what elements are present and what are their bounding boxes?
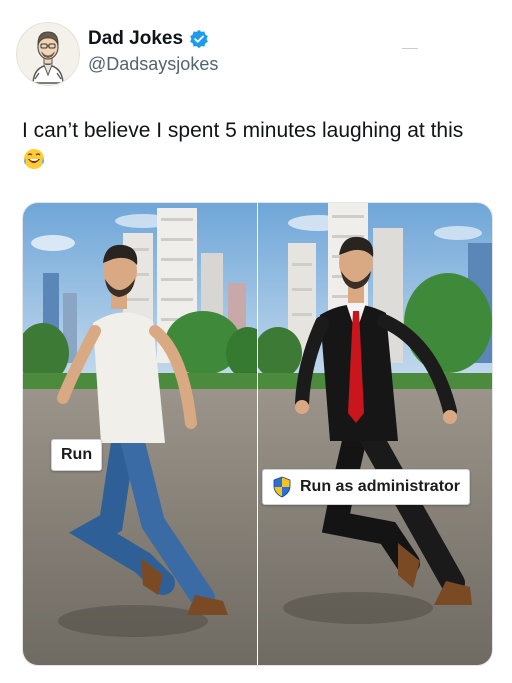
run-as-admin-panel (258, 203, 492, 665)
run-as-administrator-label-text: Run as administrator (300, 478, 461, 495)
display-name[interactable]: Dad Jokes (88, 28, 183, 50)
run-menu-label[interactable]: Run (51, 439, 103, 471)
tweet-media[interactable]: Run Run as administrator (22, 202, 493, 666)
tweet-body: I can’t believe I spent 5 minutes laughi… (22, 119, 464, 142)
uac-shield-icon (273, 476, 291, 498)
author-info: Dad Jokes @Dadsaysjokes (88, 28, 218, 75)
avatar[interactable] (16, 22, 80, 86)
man-running-suit-image (258, 203, 492, 665)
avatar-illustration (17, 23, 79, 85)
run-panel: Run (23, 203, 257, 665)
run-as-administrator-menu-label[interactable]: Run as administrator (262, 469, 471, 505)
verified-badge-icon (190, 29, 208, 49)
tweet-text: I can’t believe I spent 5 minutes laughi… (22, 116, 492, 176)
laughing-with-tears-icon (24, 149, 44, 169)
handle[interactable]: @Dadsaysjokes (88, 54, 218, 75)
display-name-row[interactable]: Dad Jokes (88, 28, 218, 50)
run-label-text: Run (61, 446, 93, 463)
tweet-header: Dad Jokes @Dadsaysjokes (16, 18, 496, 86)
man-running-casual-image (23, 203, 257, 665)
divider (402, 48, 418, 49)
